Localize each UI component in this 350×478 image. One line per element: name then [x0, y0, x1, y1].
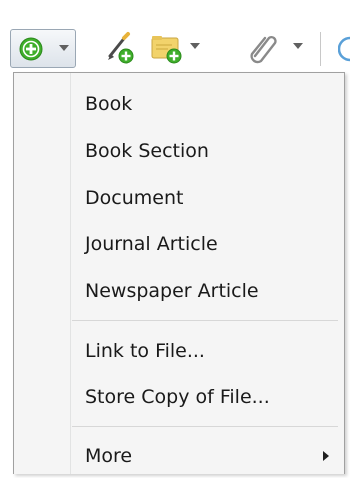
new-note-button[interactable] — [104, 30, 136, 70]
paperclip-icon — [247, 30, 281, 70]
menu-item-label: More — [85, 445, 133, 467]
menu-item-label: Document — [85, 187, 184, 209]
toolbar-separator — [320, 32, 321, 66]
note-add-icon — [104, 30, 136, 70]
new-collection-button[interactable] — [150, 30, 200, 70]
menu-item-label: Book — [85, 93, 133, 115]
chevron-down-icon — [59, 45, 69, 51]
menu-item-label: Store Copy of File... — [85, 386, 270, 408]
menu-item-more[interactable]: More — [16, 434, 342, 478]
menu-item-newspaper-article[interactable]: Newspaper Article — [16, 269, 342, 313]
menu-item-store-copy-of-file[interactable]: Store Copy of File... — [16, 375, 342, 419]
chevron-down-icon — [293, 43, 303, 49]
menu-separator — [72, 426, 338, 427]
toolbar-partial-icon[interactable] — [337, 36, 350, 66]
add-attachment-button[interactable] — [247, 30, 303, 70]
menu-item-link-to-file[interactable]: Link to File... — [16, 329, 342, 373]
plus-circle-icon — [19, 37, 43, 65]
folder-add-icon — [150, 30, 184, 70]
menu-item-book[interactable]: Book — [16, 82, 342, 126]
menu-item-book-section[interactable]: Book Section — [16, 129, 342, 173]
menu-item-label: Link to File... — [85, 340, 205, 362]
chevron-down-icon — [190, 43, 200, 49]
menu-item-label: Newspaper Article — [85, 280, 259, 302]
new-item-menu: Book Book Section Document Journal Artic… — [13, 72, 345, 474]
menu-item-label: Journal Article — [85, 233, 218, 255]
menu-item-journal-article[interactable]: Journal Article — [16, 222, 342, 266]
new-item-button[interactable] — [10, 29, 76, 68]
menu-item-label: Book Section — [85, 140, 209, 162]
chevron-right-icon — [323, 451, 329, 461]
menu-separator — [72, 320, 338, 321]
menu-item-document[interactable]: Document — [16, 176, 342, 220]
